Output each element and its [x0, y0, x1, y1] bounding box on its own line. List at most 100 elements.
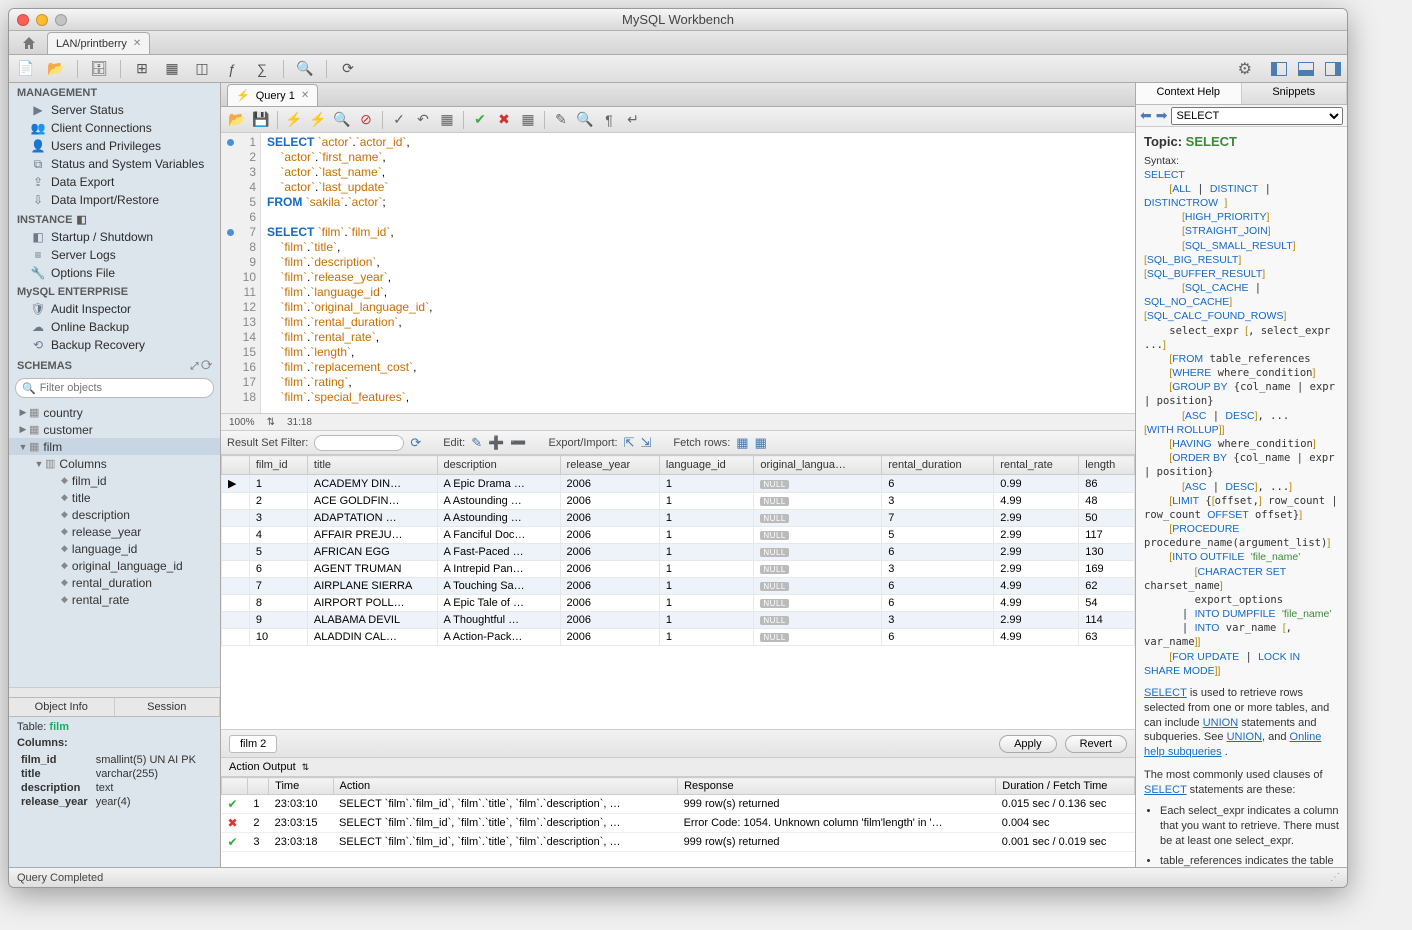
grid-cell[interactable]: 117 — [1079, 527, 1135, 544]
stop-icon[interactable]: ⊘ — [356, 110, 376, 130]
refresh-icon[interactable]: ⟳ — [410, 435, 421, 451]
grid-header[interactable]: title — [307, 456, 437, 475]
grid-cell[interactable]: 7 — [882, 510, 994, 527]
func-icon[interactable]: ∑ — [251, 58, 273, 80]
grid-cell[interactable]: 3 — [882, 612, 994, 629]
grid-cell[interactable]: 6 — [882, 475, 994, 493]
grid-cell[interactable]: 2006 — [560, 595, 659, 612]
grid-cell[interactable]: 5 — [249, 544, 307, 561]
grid-row-marker[interactable] — [222, 561, 250, 578]
tree-row[interactable]: ▶▦country — [9, 404, 220, 421]
tree-row[interactable]: ◆rental_duration — [9, 574, 220, 591]
delete-row-icon[interactable]: ➖ — [510, 435, 526, 451]
grid-cell[interactable]: 114 — [1079, 612, 1135, 629]
toggle-bottom-panel[interactable] — [1298, 62, 1314, 76]
settings-icon[interactable]: ⚙ — [1238, 59, 1252, 79]
grid-row[interactable]: ▶1ACADEMY DIN…A Epic Drama …20061NULL60.… — [222, 475, 1135, 493]
db-icon[interactable]: 🗄 — [88, 58, 110, 80]
save-file-icon[interactable]: 💾 — [251, 110, 271, 130]
grid-cell[interactable]: AFFAIR PREJU… — [307, 527, 437, 544]
grid-cell[interactable]: AIRPLANE SIERRA — [307, 578, 437, 595]
wrap-icon[interactable]: ↵ — [623, 110, 643, 130]
grid-row-marker[interactable] — [222, 544, 250, 561]
sidebar-item[interactable]: 👤Users and Privileges — [9, 137, 220, 155]
grid-cell[interactable]: 1 — [659, 578, 754, 595]
sidebar-item[interactable]: ⧉Status and System Variables — [9, 155, 220, 173]
grid-header[interactable]: language_id — [659, 456, 754, 475]
breakpoint-icon[interactable] — [227, 229, 234, 236]
sidebar-item[interactable]: ⇪Data Export — [9, 173, 220, 191]
grid-cell[interactable]: AIRPORT POLL… — [307, 595, 437, 612]
fetch-all-icon[interactable]: ▦ — [755, 435, 767, 451]
tree-row[interactable]: ◆release_year — [9, 523, 220, 540]
grid-cell[interactable]: 48 — [1079, 493, 1135, 510]
tree-row[interactable]: ◆original_language_id — [9, 557, 220, 574]
session-tab[interactable]: Session — [115, 698, 221, 716]
tree-row[interactable]: ◆rental_rate — [9, 591, 220, 608]
grid-cell[interactable]: 2.99 — [994, 561, 1079, 578]
home-tab[interactable] — [15, 32, 43, 54]
grid-cell[interactable]: 9 — [249, 612, 307, 629]
apply-button[interactable]: Apply — [999, 735, 1057, 753]
grid-cell[interactable]: 1 — [659, 493, 754, 510]
help-topic-select[interactable]: SELECT — [1171, 107, 1343, 125]
grid-cell[interactable]: 62 — [1079, 578, 1135, 595]
sidebar-item[interactable]: ▶Server Status — [9, 101, 220, 119]
action-output-grid[interactable]: TimeActionResponseDuration / Fetch Time✔… — [221, 777, 1135, 867]
search-icon[interactable]: 🔍 — [294, 58, 316, 80]
add-row-icon[interactable]: ➕ — [488, 435, 504, 451]
snippets-tab[interactable]: Snippets — [1242, 83, 1348, 104]
close-query-tab-icon[interactable]: ✕ — [301, 90, 309, 101]
grid-row-marker[interactable] — [222, 595, 250, 612]
sidebar-item[interactable]: 👥Client Connections — [9, 119, 220, 137]
edit-row-icon[interactable]: ✎ — [471, 435, 482, 451]
tree-row[interactable]: ◆film_id — [9, 472, 220, 489]
grid-cell[interactable]: A Intrepid Pan… — [437, 561, 560, 578]
grid-cell[interactable]: 6 — [882, 629, 994, 646]
import-icon[interactable]: ⇲ — [641, 435, 652, 451]
grid-cell[interactable]: A Action-Pack… — [437, 629, 560, 646]
grid-cell[interactable]: 1 — [659, 612, 754, 629]
resize-grip-icon[interactable]: ⋰ — [1330, 872, 1339, 883]
grid-cell[interactable]: 2006 — [560, 561, 659, 578]
disclosure-icon[interactable]: ▼ — [33, 459, 45, 469]
sidebar-item[interactable]: ⟲Backup Recovery — [9, 336, 220, 354]
fetch-next-icon[interactable]: ▦ — [736, 435, 748, 451]
toggle-left-panel[interactable] — [1271, 62, 1287, 76]
limit-off-icon[interactable]: ✖ — [494, 110, 514, 130]
grid-row[interactable]: 6AGENT TRUMANA Intrepid Pan…20061NULL32.… — [222, 561, 1135, 578]
close-tab-icon[interactable]: ✕ — [133, 38, 141, 49]
grid-cell[interactable]: 2.99 — [994, 544, 1079, 561]
zoom-stepper-icon[interactable]: ⇅ — [267, 417, 275, 428]
find-icon[interactable]: 🔍 — [575, 110, 595, 130]
grid-header[interactable] — [222, 456, 250, 475]
export-icon[interactable]: ⇱ — [624, 435, 635, 451]
schema-filter[interactable]: 🔍 — [15, 378, 214, 398]
schema-filter-input[interactable] — [40, 382, 207, 394]
limit-rows-icon[interactable]: ▦ — [518, 110, 538, 130]
grid-cell[interactable]: 1 — [659, 475, 754, 493]
grid-cell[interactable]: 3 — [882, 561, 994, 578]
view-icon[interactable]: ◫ — [191, 58, 213, 80]
explain-icon[interactable]: 🔍 — [332, 110, 352, 130]
help-link-select2[interactable]: SELECT — [1144, 784, 1187, 796]
limit-on-icon[interactable]: ✔ — [470, 110, 490, 130]
grid-row-marker[interactable] — [222, 510, 250, 527]
grid-cell[interactable]: 2006 — [560, 493, 659, 510]
grid-cell[interactable]: NULL — [754, 510, 882, 527]
grid-cell[interactable]: ACE GOLDFIN… — [307, 493, 437, 510]
sidebar-item[interactable]: ⇩Data Import/Restore — [9, 191, 220, 209]
revert-button[interactable]: Revert — [1065, 735, 1127, 753]
grid-cell[interactable]: 1 — [659, 629, 754, 646]
grid-row[interactable]: 10ALADDIN CAL…A Action-Pack…20061NULL64.… — [222, 629, 1135, 646]
disclosure-icon[interactable]: ▶ — [17, 424, 29, 435]
grid-cell[interactable]: AGENT TRUMAN — [307, 561, 437, 578]
grid-cell[interactable]: 3 — [882, 493, 994, 510]
grid-cell[interactable]: A Epic Tale of … — [437, 595, 560, 612]
tree-row[interactable]: ◆description — [9, 506, 220, 523]
grid-row[interactable]: 3ADAPTATION …A Astounding …20061NULL72.9… — [222, 510, 1135, 527]
help-link-union[interactable]: UNION — [1203, 717, 1238, 729]
reconnect-icon[interactable]: ⟳ — [337, 58, 359, 80]
grid-cell[interactable]: 2006 — [560, 578, 659, 595]
grid-cell[interactable]: NULL — [754, 595, 882, 612]
